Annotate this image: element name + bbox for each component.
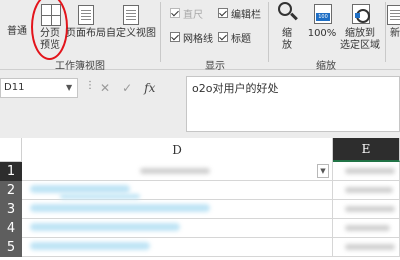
blurred-content: [345, 187, 393, 193]
blurred-content: [30, 223, 180, 231]
custom-views-button[interactable]: 自定义视图: [106, 0, 156, 40]
new-window-icon: [384, 2, 400, 28]
blurred-content: [345, 206, 395, 212]
blurred-content: [345, 225, 390, 231]
filter-dropdown-icon[interactable]: ▼: [317, 164, 329, 178]
blurred-content: [345, 168, 395, 174]
splitter-handle-icon[interactable]: ⋮: [85, 80, 95, 91]
headings-checkbox[interactable]: 标题: [218, 30, 251, 45]
gridlines-checkbox[interactable]: 网格线: [170, 30, 213, 45]
zoom-100-label: 100%: [307, 28, 337, 39]
formula-bar-checkbox[interactable]: 编辑栏: [218, 6, 261, 21]
zoom-selection-label-line1: 缩放到: [345, 28, 375, 39]
formula-bar-area: D11 ▼ ⋮ ✕ ✓ fx o2o对用户的好处: [0, 70, 400, 138]
new-window-button[interactable]: 新: [387, 0, 400, 40]
name-box-dropdown-icon[interactable]: ▼: [66, 78, 72, 98]
blurred-content: [60, 194, 140, 199]
normal-view-label: 普通: [7, 26, 27, 37]
column-header-d[interactable]: D: [22, 138, 333, 162]
page-layout-label: 页面布局: [66, 28, 106, 39]
enter-icon[interactable]: ✓: [122, 81, 132, 95]
normal-view-button[interactable]: 普通: [3, 10, 31, 38]
row-header-4[interactable]: 4: [0, 219, 22, 238]
formula-input[interactable]: o2o对用户的好处: [186, 76, 400, 132]
group-separator: [268, 2, 269, 62]
page-layout-button[interactable]: 页面布局: [66, 0, 106, 40]
zoom-to-selection-button[interactable]: 缩放到 选定区域: [337, 0, 383, 52]
zoom-100-icon: 100: [311, 2, 333, 28]
blurred-content: [30, 242, 150, 250]
row-header-5[interactable]: 5: [0, 238, 22, 257]
row-header-1[interactable]: 1: [0, 162, 22, 181]
blurred-content: [30, 204, 210, 212]
gridlines-checkbox-box: [170, 32, 180, 42]
zoom-selection-label-line2: 选定区域: [340, 40, 380, 51]
insert-function-icon[interactable]: fx: [144, 81, 155, 95]
cancel-icon[interactable]: ✕: [100, 81, 110, 95]
custom-views-label: 自定义视图: [106, 28, 156, 39]
ruler-label: 直尺: [183, 9, 203, 21]
zoom-100-button[interactable]: 100 100%: [306, 0, 338, 40]
zoom-to-selection-icon: [349, 2, 371, 28]
zoom-button[interactable]: 缩 放: [274, 0, 300, 52]
headings-checkbox-box: [218, 32, 228, 42]
row-header-3[interactable]: 3: [0, 200, 22, 219]
formula-bar-checkbox-box: [218, 8, 228, 18]
group-separator: [160, 2, 161, 62]
headings-label: 标题: [231, 33, 251, 45]
ruler-checkbox-box: [170, 8, 180, 18]
select-all-corner[interactable]: [0, 138, 22, 162]
zoom-label-line2: 放: [282, 40, 292, 51]
new-window-label: 新: [390, 28, 400, 39]
zoom-label-line1: 缩: [282, 28, 292, 39]
blurred-content: [345, 244, 395, 250]
blurred-content: [30, 185, 130, 193]
ribbon: 普通 分页 预览 页面布局 自定义视图 工作簿视图 直尺 编辑栏 网格线 标题 …: [0, 0, 400, 72]
column-header-e[interactable]: E: [333, 138, 400, 162]
custom-views-icon: [120, 2, 142, 28]
magnifier-icon: [276, 2, 298, 28]
page-layout-icon: [75, 2, 97, 28]
gridlines-label: 网格线: [183, 33, 213, 45]
ruler-checkbox[interactable]: 直尺: [170, 6, 203, 21]
row-header-2[interactable]: 2: [0, 181, 22, 200]
blurred-content: [140, 168, 210, 174]
formula-bar-label: 编辑栏: [231, 9, 261, 21]
